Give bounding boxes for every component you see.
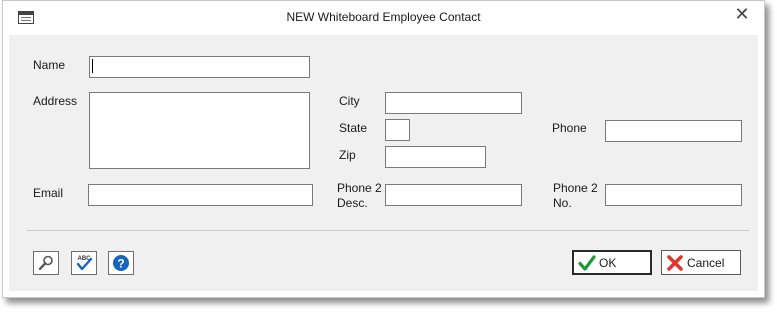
phone2-no-field[interactable]: [605, 184, 742, 206]
state-field[interactable]: [385, 119, 410, 141]
name-field[interactable]: [89, 56, 310, 78]
address-field[interactable]: [89, 92, 310, 169]
close-button[interactable]: ✕: [732, 4, 752, 24]
text-caret: [92, 59, 93, 73]
cancel-button[interactable]: Cancel: [661, 250, 741, 275]
search-button[interactable]: [33, 251, 59, 275]
spellcheck-button[interactable]: ABC: [71, 251, 97, 275]
phone-field[interactable]: [605, 120, 742, 142]
name-field-wrap: [89, 56, 310, 78]
spellcheck-icon: ABC: [76, 256, 93, 271]
svg-text:?: ?: [117, 257, 124, 271]
contact-dialog: NEW Whiteboard Employee Contact ✕ Name A…: [2, 0, 765, 298]
city-field[interactable]: [385, 92, 522, 114]
dialog-body: Name Address City State Zip Phone Email …: [9, 35, 758, 291]
phone2-desc-field[interactable]: [385, 184, 522, 206]
phone2-no-label: Phone 2 No.: [553, 181, 598, 210]
email-label: Email: [33, 186, 64, 200]
title-bar: NEW Whiteboard Employee Contact ✕: [3, 1, 764, 34]
ok-label: OK: [599, 255, 617, 270]
phone2-desc-label: Phone 2 Desc.: [337, 181, 382, 210]
city-label: City: [339, 94, 360, 108]
window-title: NEW Whiteboard Employee Contact: [286, 10, 481, 24]
checkmark-icon: [578, 254, 596, 271]
help-icon: ?: [113, 255, 129, 271]
zip-field[interactable]: [385, 146, 486, 168]
email-field[interactable]: [88, 184, 313, 206]
state-label: State: [339, 121, 368, 135]
ok-button[interactable]: OK: [572, 250, 652, 275]
cancel-x-icon: [667, 254, 683, 271]
divider: [27, 230, 749, 231]
help-button[interactable]: ?: [108, 251, 134, 275]
cancel-label: Cancel: [687, 255, 725, 270]
name-label: Name: [33, 58, 66, 72]
address-label: Address: [33, 94, 78, 108]
phone-label: Phone: [552, 121, 587, 135]
search-icon: [38, 255, 53, 271]
zip-label: Zip: [339, 148, 356, 162]
